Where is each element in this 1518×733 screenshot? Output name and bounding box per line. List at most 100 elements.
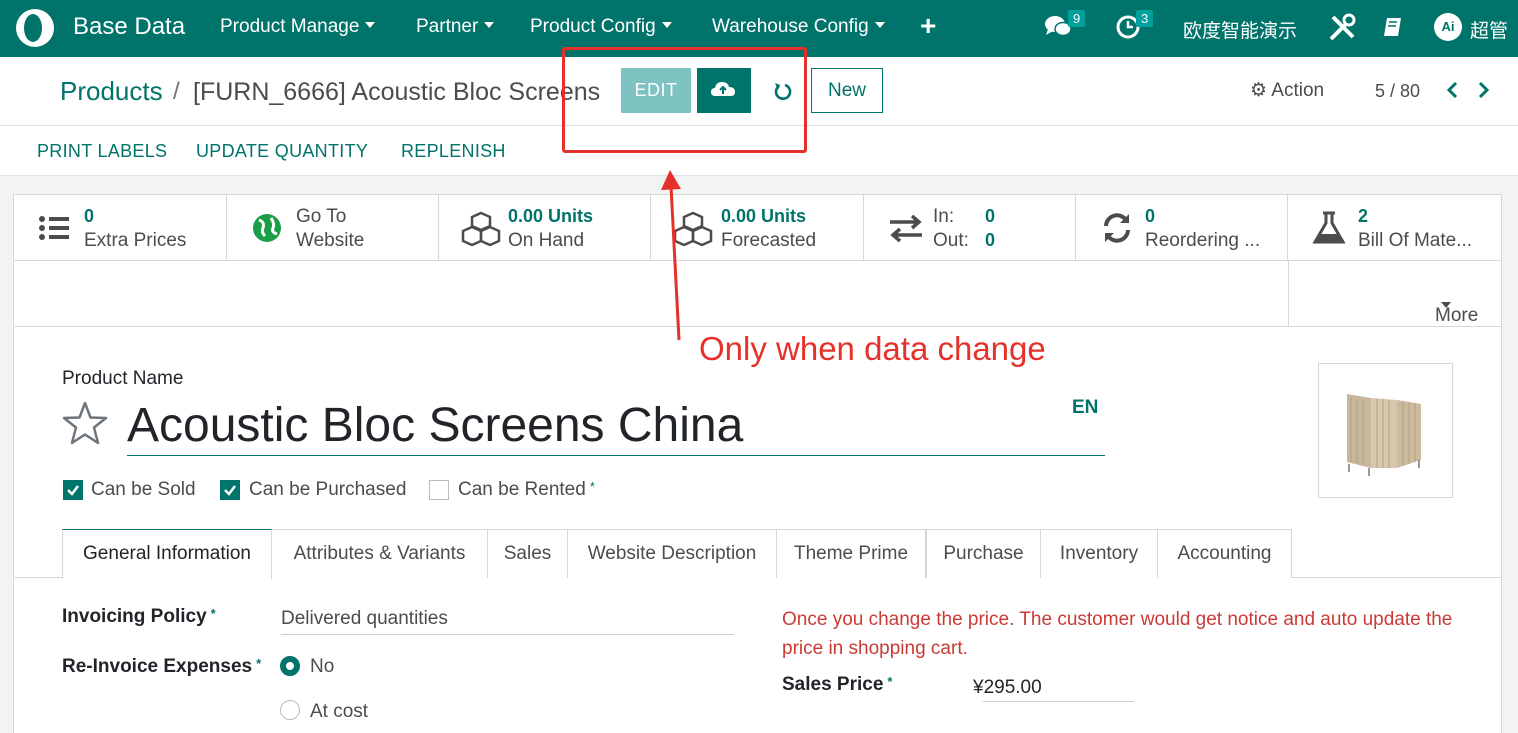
- product-name-label: Product Name: [62, 368, 184, 389]
- product-name-input[interactable]: Acoustic Bloc Screens China: [127, 395, 1105, 456]
- price-change-warning: Once you change the price. The customer …: [782, 609, 1453, 659]
- out-value: 0: [985, 230, 996, 250]
- on-hand-value: 0.00 Units: [508, 206, 594, 226]
- tab-purchase[interactable]: Purchase: [926, 529, 1041, 578]
- pager-value[interactable]: 5 / 80: [1375, 81, 1420, 102]
- smart-button-website[interactable]: Go To Website: [227, 194, 439, 260]
- required-mark: *: [589, 479, 595, 494]
- reordering-label: Reordering ...: [1145, 230, 1261, 251]
- list-icon: [39, 216, 69, 240]
- required-mark: *: [210, 606, 216, 621]
- app-logo-icon[interactable]: [14, 7, 56, 49]
- forecasted-value: 0.00 Units: [721, 206, 807, 226]
- language-button[interactable]: EN: [1072, 397, 1098, 419]
- sales-price-label: Sales Price *: [782, 674, 893, 695]
- star-icon[interactable]: [61, 400, 109, 448]
- avatar[interactable]: Ai: [1434, 13, 1462, 41]
- user-menu[interactable]: 超管: [1470, 16, 1508, 43]
- app-brand[interactable]: Base Data: [73, 13, 185, 41]
- can-be-purchased-checkbox[interactable]: [220, 480, 240, 500]
- print-labels-button[interactable]: PRINT LABELS: [37, 141, 167, 162]
- breadcrumb-separator: /: [173, 78, 180, 105]
- smart-button-bom[interactable]: 2 Bill Of Mate...: [1288, 194, 1502, 260]
- out-label: Out:: [933, 230, 969, 251]
- reinvoice-expenses-label: Re-Invoice Expenses *: [62, 656, 262, 677]
- required-mark: *: [887, 674, 893, 689]
- tab-inventory[interactable]: Inventory: [1041, 529, 1158, 578]
- menu-product-config[interactable]: Product Config: [530, 16, 672, 38]
- field-underline: [281, 634, 734, 635]
- checkmark-icon: [224, 485, 236, 496]
- reinvoice-no-label[interactable]: No: [310, 656, 334, 678]
- globe-icon: [253, 214, 281, 242]
- chevron-left-icon[interactable]: [1442, 77, 1464, 103]
- required-mark: *: [256, 656, 262, 671]
- can-be-rented-checkbox[interactable]: [429, 480, 449, 500]
- menu-warehouse-config[interactable]: Warehouse Config: [712, 16, 885, 38]
- reinvoice-at-cost-label[interactable]: At cost: [310, 701, 368, 723]
- smart-buttons: 0 Extra Prices Go To Website 0.00 Units …: [13, 194, 1502, 261]
- plus-icon[interactable]: +: [920, 10, 936, 42]
- smart-button-on-hand[interactable]: 0.00 Units On Hand: [439, 194, 651, 260]
- breadcrumb-current: [FURN_6666] Acoustic Bloc Screens: [193, 78, 601, 106]
- can-be-sold-label[interactable]: Can be Sold: [91, 479, 196, 501]
- reordering-value: 0: [1145, 206, 1156, 226]
- menu-partner[interactable]: Partner: [416, 16, 495, 38]
- cubes-icon: [461, 211, 501, 246]
- can-be-rented-label[interactable]: Can be Rented *: [458, 479, 595, 501]
- chevron-down-icon: [1441, 302, 1451, 308]
- product-image[interactable]: [1318, 363, 1453, 498]
- reinvoice-at-cost-radio[interactable]: [280, 700, 300, 720]
- smart-buttons-more-row: More: [13, 261, 1502, 327]
- tab-attributes-variants[interactable]: Attributes & Variants: [272, 529, 488, 578]
- bom-value: 2: [1358, 206, 1369, 226]
- tab-sales[interactable]: Sales: [488, 529, 568, 578]
- chevron-down-icon: [484, 22, 495, 29]
- product-screen-image: [1347, 394, 1421, 476]
- exchange-icon: [890, 214, 922, 243]
- tab-theme-prime[interactable]: Theme Prime: [777, 529, 926, 578]
- sales-price-field[interactable]: ¥295.00: [973, 677, 1042, 699]
- replenish-button[interactable]: REPLENISH: [401, 141, 506, 162]
- chevron-down-icon: [661, 22, 672, 29]
- extra-prices-label: Extra Prices: [84, 230, 187, 251]
- smart-button-in-out[interactable]: In: 0 Out: 0: [864, 194, 1076, 260]
- annotation-text: Only when data change: [699, 330, 1046, 367]
- smart-button-extra-prices[interactable]: 0 Extra Prices: [13, 194, 227, 260]
- breadcrumb-products[interactable]: Products: [60, 76, 163, 107]
- smart-button-reordering[interactable]: 0 Reordering ...: [1076, 194, 1288, 260]
- tab-accounting[interactable]: Accounting: [1158, 529, 1292, 578]
- company-switcher[interactable]: 欧度智能演示: [1183, 16, 1297, 43]
- reinvoice-no-radio[interactable]: [280, 656, 300, 676]
- in-value: 0: [985, 206, 996, 226]
- can-be-purchased-label[interactable]: Can be Purchased: [249, 479, 406, 501]
- highlight-box: [562, 47, 807, 153]
- checkmark-icon: [67, 485, 79, 496]
- in-label: In:: [933, 206, 955, 227]
- tab-general-information[interactable]: General Information: [62, 529, 272, 579]
- new-button[interactable]: New: [811, 68, 883, 113]
- field-underline: [983, 701, 1134, 702]
- on-hand-label: On Hand: [508, 230, 585, 251]
- can-be-sold-checkbox[interactable]: [63, 480, 83, 500]
- invoicing-policy-label: Invoicing Policy *: [62, 606, 216, 627]
- tools-icon[interactable]: [1327, 13, 1357, 43]
- more-button[interactable]: More: [1288, 261, 1502, 326]
- menu-product-manage[interactable]: Product Manage: [220, 16, 376, 38]
- website-goto-label: Go To: [296, 206, 347, 227]
- bom-label: Bill Of Mate...: [1358, 230, 1473, 251]
- chevron-down-icon: [365, 22, 376, 29]
- chevron-right-icon[interactable]: [1472, 77, 1494, 103]
- refresh-icon: [1104, 213, 1130, 243]
- flask-icon: [1312, 211, 1346, 244]
- gear-icon: ⚙: [1250, 80, 1268, 101]
- tab-website-description[interactable]: Website Description: [568, 529, 777, 578]
- action-menu[interactable]: ⚙ Action: [1250, 79, 1324, 102]
- website-label: Website: [296, 230, 365, 251]
- invoicing-policy-field[interactable]: Delivered quantities: [281, 608, 448, 630]
- chevron-down-icon: [874, 22, 885, 29]
- update-quantity-button[interactable]: UPDATE QUANTITY: [196, 141, 368, 162]
- extra-prices-value: 0: [84, 206, 95, 226]
- messages-badge: 9: [1068, 10, 1086, 27]
- book-icon[interactable]: [1382, 16, 1404, 38]
